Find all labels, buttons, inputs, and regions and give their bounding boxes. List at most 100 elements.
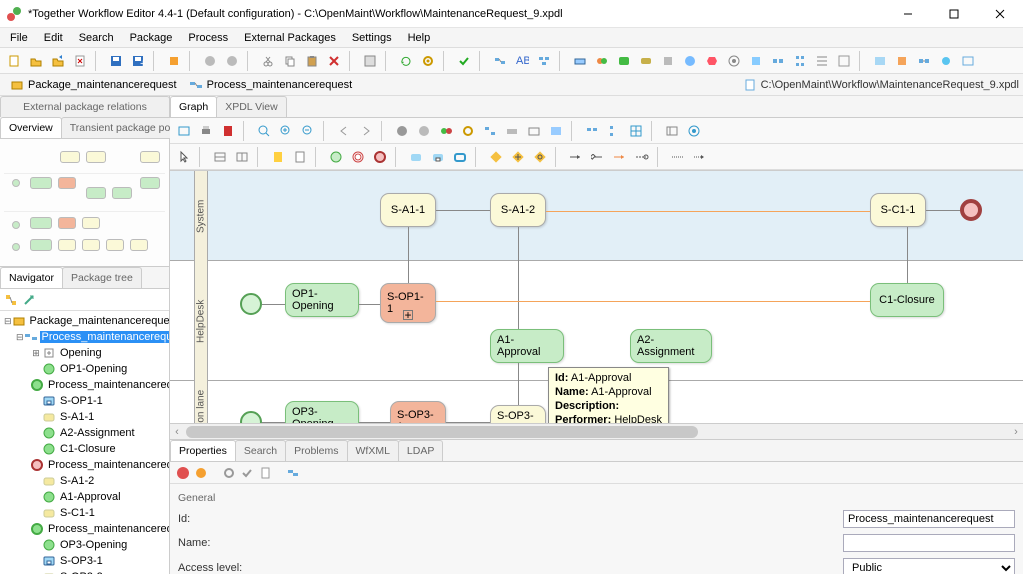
gear-icon[interactable] [418,51,438,71]
node-s-op1-1[interactable]: S-OP1-1+ [380,283,436,323]
menu-search[interactable]: Search [73,30,120,46]
c7-icon[interactable] [702,51,722,71]
tab-xpdl-view[interactable]: XPDL View [216,96,287,117]
artifact-icon[interactable] [290,147,310,167]
menu-settings[interactable]: Settings [346,30,398,46]
proc-1-icon[interactable] [490,51,510,71]
tree-item[interactable]: S-OP3-2 [2,569,167,574]
lane-helpdesk-label[interactable]: HelpDesk [194,261,208,381]
lane-v-icon[interactable] [232,147,252,167]
stop-icon[interactable] [164,51,184,71]
node-s-a1-2[interactable]: S-A1-2 [490,193,546,227]
abc-icon[interactable]: ABC [512,51,532,71]
c5-icon[interactable] [658,51,678,71]
zoom-out-icon[interactable] [298,121,318,141]
d1-icon[interactable] [870,51,890,71]
tree-item[interactable]: Process_maintenancerequest [2,377,167,393]
menu-process[interactable]: Process [182,30,234,46]
tab-problems[interactable]: Problems [285,440,347,461]
menu-package[interactable]: Package [124,30,179,46]
zoom-actual-icon[interactable] [254,121,274,141]
gateway2-icon[interactable] [508,147,528,167]
subproc-icon[interactable] [428,147,448,167]
window-close-button[interactable] [977,0,1023,28]
zoom-in-icon[interactable] [276,121,296,141]
rec1-icon[interactable] [392,121,412,141]
tree-item[interactable]: S-A1-2 [2,473,167,489]
graph-horizontal-scrollbar[interactable]: ‹ › [170,423,1023,439]
tree-item[interactable]: OP3-Opening [2,537,167,553]
prop-world-icon[interactable] [194,466,208,480]
new-icon[interactable] [4,51,24,71]
start-event-icon[interactable] [326,147,346,167]
overview-minimap[interactable] [0,139,169,267]
prop-doc-icon[interactable] [258,466,272,480]
edit-props-icon[interactable] [360,51,380,71]
lay8-icon[interactable] [662,121,682,141]
redo-icon[interactable] [222,51,242,71]
intermediate-event-icon[interactable] [348,147,368,167]
play-icon[interactable] [436,121,456,141]
tree-item[interactable]: Process_maintenancerequest [2,521,167,537]
graph-canvas-scroll[interactable]: Process_maintenance request System HelpD… [170,171,1023,423]
lay7-icon[interactable] [626,121,646,141]
zoom-fit-icon[interactable] [174,121,194,141]
msg-flow-icon[interactable] [632,147,652,167]
tab-search[interactable]: Search [235,440,286,461]
layout2-icon[interactable] [502,121,522,141]
node-s-a1-1[interactable]: S-A1-1 [380,193,436,227]
node-a2-assignment[interactable]: A2-Assignment [630,329,712,363]
delete-icon[interactable] [324,51,344,71]
tree-item[interactable]: S-A1-1 [2,409,167,425]
tab-package-tree[interactable]: Package tree [62,267,142,288]
tree-item[interactable]: S-C1-1 [2,505,167,521]
lay6-icon[interactable] [604,121,624,141]
d4-icon[interactable] [936,51,956,71]
lane-h-icon[interactable] [210,147,230,167]
end-event[interactable] [960,199,982,221]
callact-icon[interactable] [450,147,470,167]
c12-icon[interactable] [812,51,832,71]
close-doc-icon[interactable] [70,51,90,71]
tree-item[interactable]: C1-Closure [2,441,167,457]
window-maximize-button[interactable] [931,0,977,28]
c13-icon[interactable] [834,51,854,71]
assoc-icon[interactable] [668,147,688,167]
node-a1-approval[interactable]: A1-Approval [490,329,564,363]
lay5-icon[interactable] [582,121,602,141]
tree-item[interactable]: ⊟Process_maintenancerequest [2,329,167,345]
gateway1-icon[interactable] [486,147,506,167]
prop-stop-icon[interactable] [176,466,190,480]
layout1-icon[interactable] [480,121,500,141]
paste-icon[interactable] [302,51,322,71]
crumb-process[interactable]: Process_maintenancerequest [183,76,359,94]
tab-navigator[interactable]: Navigator [0,267,63,288]
copy-icon[interactable] [280,51,300,71]
prop-access-select[interactable]: Public [843,558,1015,574]
reopen-icon[interactable] [48,51,68,71]
prop-gear-icon[interactable] [222,466,236,480]
node-c1-closure[interactable]: C1-Closure [870,283,944,317]
task-icon[interactable] [406,147,426,167]
tab-wfxml[interactable]: WfXML [347,440,399,461]
collapse-icon[interactable] [22,293,36,307]
refresh-icon[interactable] [396,51,416,71]
node-op3-opening[interactable]: OP3-Opening [285,401,359,423]
seq-flow-icon[interactable] [566,147,586,167]
c11-icon[interactable] [790,51,810,71]
menu-help[interactable]: Help [402,30,437,46]
c1-icon[interactable] [570,51,590,71]
prop-check-icon[interactable] [240,466,254,480]
tree-item[interactable]: S-OP1-1 [2,393,167,409]
tab-external-package-relations[interactable]: External package relations [0,96,170,117]
def-flow-icon[interactable] [610,147,630,167]
tab-transient-pool[interactable]: Transient package pool [61,117,188,138]
d2-icon[interactable] [892,51,912,71]
assoc2-icon[interactable] [690,147,710,167]
c4-icon[interactable] [636,51,656,71]
tree-item[interactable]: ⊞Opening [2,345,167,361]
c3-icon[interactable] [614,51,634,71]
undo-icon[interactable] [200,51,220,71]
node-s-c1-1[interactable]: S-C1-1 [870,193,926,227]
lay9-icon[interactable] [684,121,704,141]
